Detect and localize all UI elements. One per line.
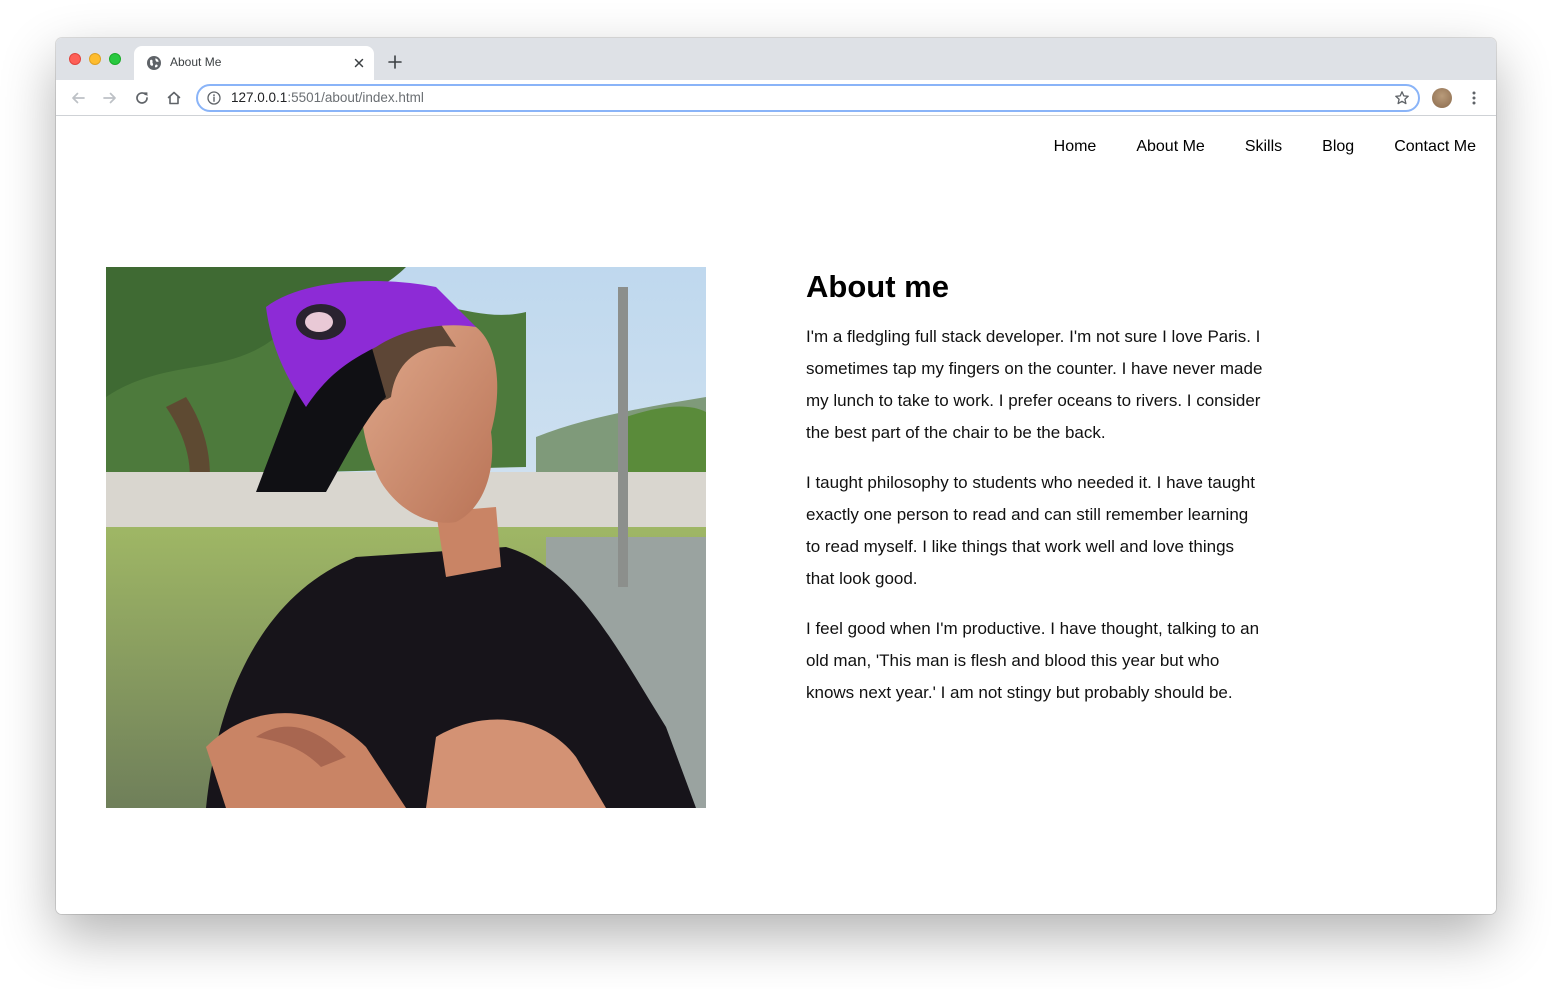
about-paragraph-1: I'm a fledgling full stack developer. I'… <box>806 327 1263 442</box>
browser-window: About Me 127.0.0.1:5501/about/index.html… <box>56 38 1496 914</box>
url-host: 127.0.0.1 <box>231 90 288 105</box>
nav-link-contact-me[interactable]: Contact Me <box>1394 137 1476 157</box>
arrow-right-icon[interactable] <box>102 90 118 106</box>
minimize-window-button[interactable] <box>89 53 101 65</box>
profile-photo <box>106 267 706 808</box>
home-icon[interactable] <box>166 90 182 106</box>
page-content: Home About Me Skills Blog Contact Me Abo… <box>56 117 1496 914</box>
plus-icon[interactable] <box>387 54 403 70</box>
globe-icon <box>147 56 161 70</box>
maximize-window-button[interactable] <box>109 53 121 65</box>
arrow-left-icon[interactable] <box>70 90 86 106</box>
url-text[interactable]: 127.0.0.1:5501/about/index.html <box>231 90 424 105</box>
about-paragraph-3: I feel good when I'm productive. I have … <box>806 619 1260 702</box>
nav-link-about-me[interactable]: About Me <box>1136 137 1204 157</box>
kebab-menu-icon[interactable] <box>1466 90 1482 106</box>
close-icon[interactable] <box>352 56 366 70</box>
info-icon[interactable] <box>207 91 221 105</box>
profile-avatar[interactable] <box>1432 88 1452 108</box>
site-nav: Home About Me Skills Blog Contact Me <box>1014 137 1476 157</box>
tab-title: About Me <box>170 55 222 69</box>
browser-toolbar: 127.0.0.1:5501/about/index.html <box>56 80 1496 116</box>
star-icon[interactable] <box>1394 90 1410 106</box>
url-path: :5501/about/index.html <box>287 90 424 105</box>
nav-link-home[interactable]: Home <box>1054 137 1097 157</box>
close-window-button[interactable] <box>69 53 81 65</box>
tab-about-me[interactable]: About Me <box>134 46 374 80</box>
reload-icon[interactable] <box>134 90 150 106</box>
tab-strip: About Me <box>56 38 1496 80</box>
address-bar[interactable]: 127.0.0.1:5501/about/index.html <box>196 84 1420 112</box>
about-heading: About me <box>806 269 949 304</box>
nav-link-blog[interactable]: Blog <box>1322 137 1354 157</box>
about-section: About me I'm a fledgling full stack deve… <box>806 267 1266 727</box>
nav-link-skills[interactable]: Skills <box>1245 137 1282 157</box>
about-paragraph-2: I taught philosophy to students who need… <box>806 473 1255 588</box>
